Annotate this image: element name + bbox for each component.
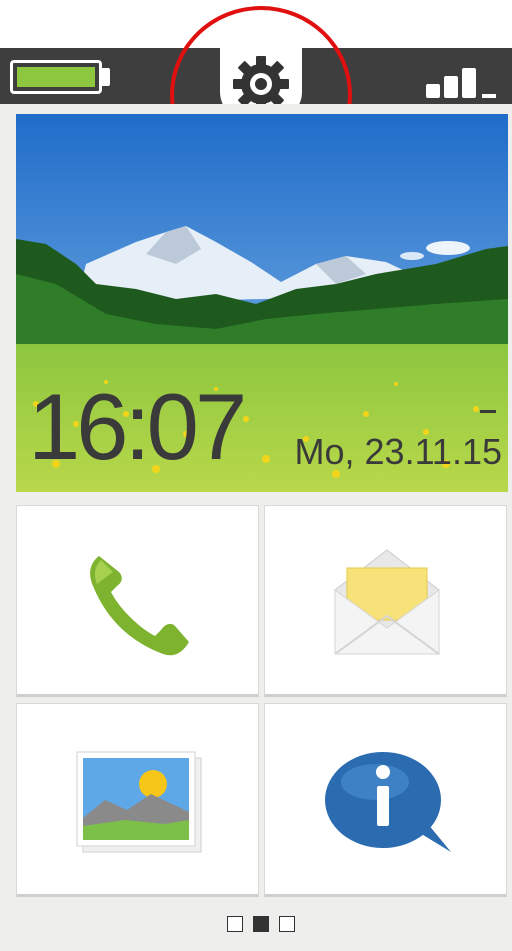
phone-handset-icon	[90, 556, 189, 656]
page-dot-2-active[interactable]	[253, 916, 269, 932]
page-dot-3[interactable]	[279, 916, 295, 932]
signal-icon	[426, 62, 508, 98]
gallery-tile[interactable]	[16, 703, 259, 897]
battery-level-fill	[17, 67, 95, 87]
signal-bar-3	[462, 68, 476, 98]
signal-bar-2	[444, 76, 458, 98]
phone-tile[interactable]	[16, 505, 259, 697]
info-bubble-icon	[325, 752, 451, 852]
clock-time: 16:07	[28, 374, 247, 479]
battery-tip	[102, 68, 110, 86]
page-dot-1[interactable]	[227, 916, 243, 932]
photo-gallery-icon	[76, 751, 202, 853]
info-tile[interactable]	[264, 703, 507, 897]
signal-bar-4-empty	[482, 94, 496, 98]
envelope-icon	[334, 549, 440, 655]
clock-date: Mo, 23.11.15	[294, 431, 502, 472]
messages-tile[interactable]	[264, 505, 507, 697]
signal-bar-1	[426, 84, 440, 98]
battery-icon	[10, 60, 102, 94]
date-dash	[480, 410, 496, 413]
